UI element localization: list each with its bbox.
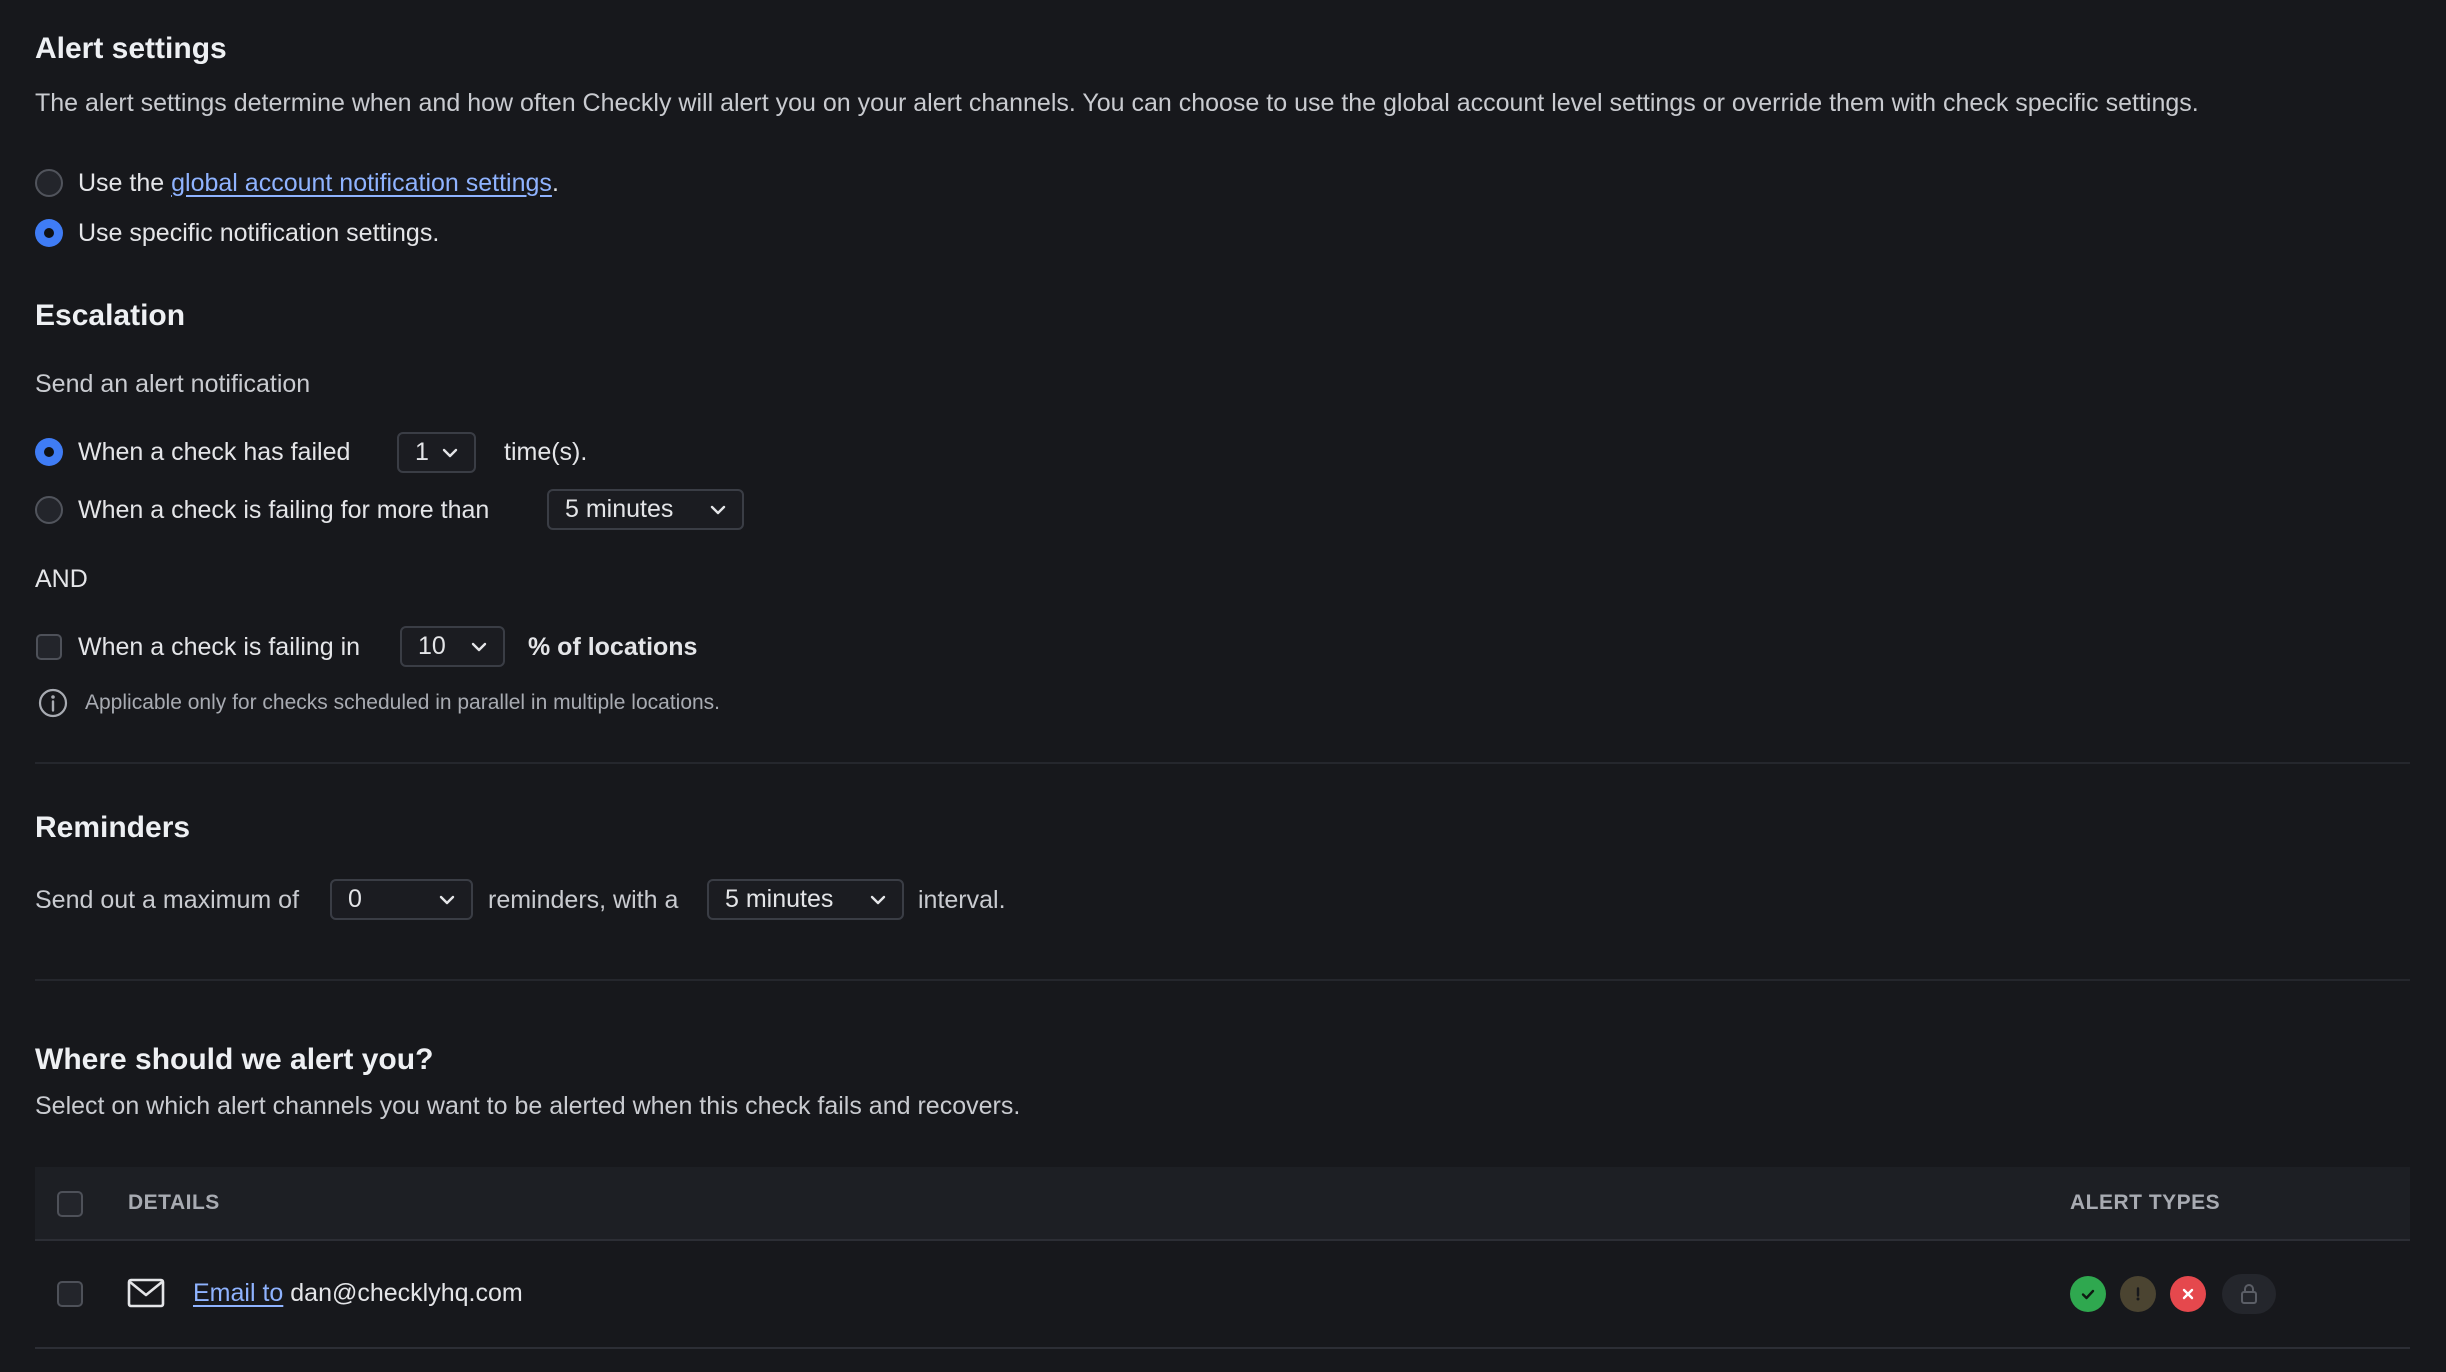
row-checkbox[interactable] (57, 1281, 83, 1307)
failed-count-select[interactable]: 1 (397, 432, 476, 473)
reminders-middle: reminders, with a (488, 886, 679, 914)
locations-percent-value: 10 (418, 632, 446, 660)
reminders-prefix: Send out a maximum of (35, 886, 300, 914)
global-settings-option: Use the global account notification sett… (78, 167, 559, 199)
reminders-title: Reminders (35, 811, 191, 844)
info-icon (38, 688, 68, 718)
chevron-down-icon (870, 895, 886, 904)
reminders-interval-value: 5 minutes (725, 885, 834, 913)
locations-suffix: % of locations (528, 633, 698, 661)
section-divider (35, 762, 2410, 764)
failure-x-icon[interactable] (2170, 1276, 2206, 1312)
column-details: DETAILS (128, 1191, 220, 1214)
radio-specific-settings[interactable] (35, 219, 63, 247)
column-alert-types: ALERT TYPES (2070, 1191, 2221, 1214)
reminders-suffix: interval. (918, 886, 1006, 914)
alert-settings-title: Alert settings (35, 32, 227, 65)
failing-for-value: 5 minutes (565, 495, 674, 523)
recovery-check-icon[interactable] (2070, 1276, 2106, 1312)
reminders-max-select[interactable]: 0 (330, 879, 473, 920)
chevron-down-icon (439, 895, 455, 904)
and-label: AND (35, 565, 88, 593)
reminders-max-value: 0 (348, 885, 362, 913)
escalation-title: Escalation (35, 299, 186, 332)
alert-settings-page: Alert settings The alert settings determ… (0, 0, 2446, 1372)
lock-icon[interactable] (2222, 1274, 2276, 1314)
global-settings-prefix: Use the (78, 169, 165, 197)
failed-times-label: When a check has failed (78, 438, 351, 466)
locations-percent-select[interactable]: 10 (400, 626, 505, 667)
info-note: Applicable only for checks scheduled in … (85, 691, 721, 714)
global-settings-suffix: . (551, 169, 559, 197)
degraded-warning-icon[interactable] (2120, 1276, 2156, 1312)
specific-settings-label: Use specific notification settings. (78, 219, 440, 247)
failed-count-value: 1 (415, 438, 429, 466)
table-row: Email to dan@checklyhq.com (35, 1241, 2410, 1349)
radio-failed-times[interactable] (35, 438, 63, 466)
locations-checkbox[interactable] (36, 634, 62, 660)
channels-title: Where should we alert you? (35, 1043, 434, 1076)
locations-label: When a check is failing in (78, 633, 361, 661)
alert-settings-description: The alert settings determine when and ho… (35, 89, 2199, 117)
radio-global-settings[interactable] (35, 169, 63, 197)
failed-times-suffix: time(s). (504, 438, 588, 466)
failing-for-label: When a check is failing for more than (78, 496, 490, 524)
chevron-down-icon (442, 448, 458, 457)
global-settings-link[interactable]: global account notification settings (171, 169, 552, 197)
channel-label: Email to dan@checklyhq.com (193, 1277, 523, 1309)
failing-for-select[interactable]: 5 minutes (547, 489, 744, 530)
email-channel-link[interactable]: Email to (193, 1279, 283, 1307)
section-divider (35, 979, 2410, 981)
select-all-checkbox[interactable] (57, 1191, 83, 1217)
channels-table-header: DETAILS ALERT TYPES (35, 1167, 2410, 1241)
chevron-down-icon (471, 642, 487, 651)
escalation-subtitle: Send an alert notification (35, 370, 311, 398)
radio-failing-for[interactable] (35, 496, 63, 524)
email-target: dan@checklyhq.com (290, 1279, 523, 1307)
chevron-down-icon (710, 505, 726, 514)
channels-description: Select on which alert channels you want … (35, 1092, 1021, 1120)
mail-icon (127, 1278, 165, 1308)
reminders-interval-select[interactable]: 5 minutes (707, 879, 904, 920)
